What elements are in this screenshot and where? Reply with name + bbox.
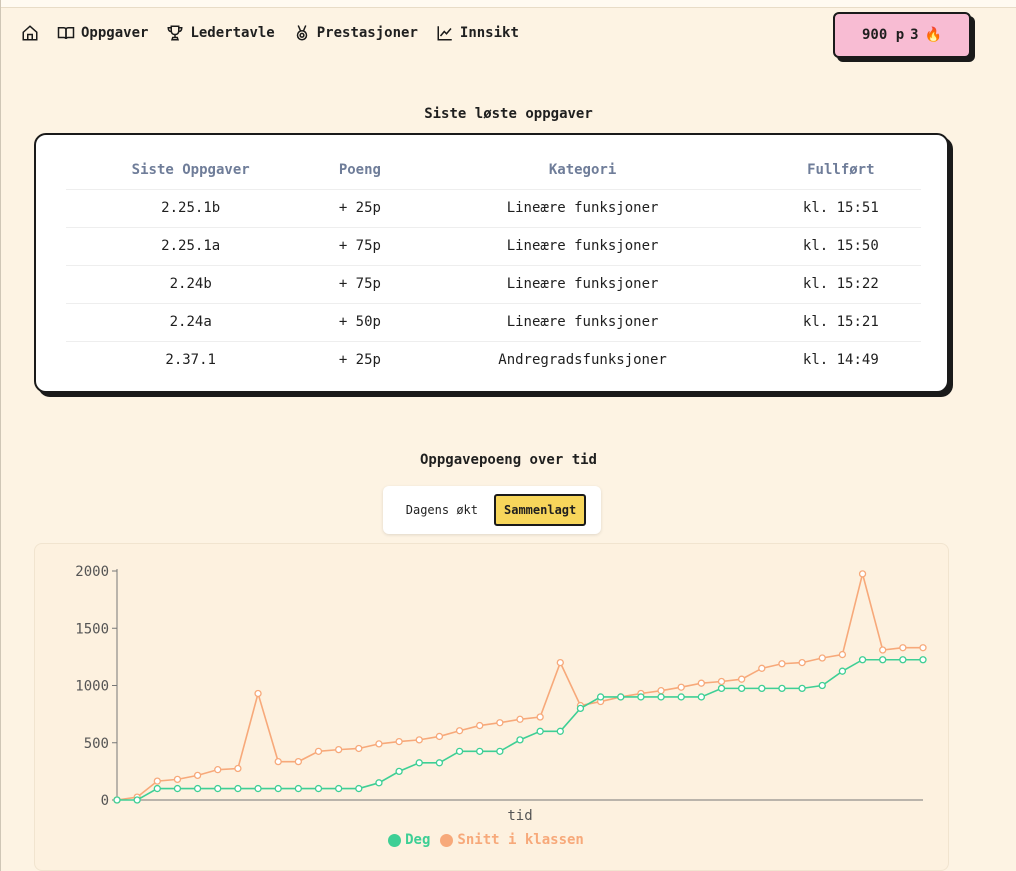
data-point-deg [858,656,867,664]
data-point-deg [697,693,705,701]
data-point-snitt [858,570,867,578]
data-point-deg [415,759,423,767]
data-point-deg [818,681,826,690]
data-point-deg [637,693,645,701]
data-point-deg [355,784,363,793]
y-tick-label: 0 [101,793,109,809]
y-tick-label: 1000 [75,679,109,695]
data-point-deg [596,693,605,701]
data-point-snitt [798,658,806,667]
data-point-snitt [899,644,907,652]
data-point-snitt [778,660,786,668]
data-point-deg [657,693,665,701]
data-point-snitt [496,719,504,727]
legend-dot-snitt [440,833,454,847]
data-point-snitt [476,721,484,730]
data-point-deg [314,784,323,793]
legend-item-deg[interactable]: Deg [388,832,430,848]
x-axis-label: tid [507,808,532,824]
points-line-chart: 0 500 1000 1500 2000 tid [75,564,927,824]
legend-item-snitt[interactable]: Snitt i klassen [440,832,584,848]
data-point-deg [899,656,907,664]
data-point-snitt [677,683,685,691]
data-point-snitt [355,744,363,753]
legend-label-snitt: Snitt i klassen [457,832,584,848]
y-tick-label: 2000 [75,564,109,580]
data-point-deg [758,684,766,693]
data-point-snitt [294,757,303,766]
data-point-snitt [395,737,403,746]
data-point-deg [677,693,685,701]
data-point-snitt [415,736,423,744]
data-point-deg [516,736,524,744]
data-point-snitt [334,745,343,754]
data-point-snitt [153,777,161,785]
data-point-deg [838,667,847,675]
data-point-snitt [173,775,182,784]
data-point-deg [274,784,282,793]
data-point-deg [234,784,242,793]
data-point-snitt [455,727,464,735]
data-point-snitt [234,764,242,773]
data-point-deg [334,784,343,793]
data-point-snitt [738,675,746,683]
series-line-deg [117,658,923,801]
data-point-deg [214,784,222,793]
data-point-deg [153,784,161,793]
data-point-deg [496,747,504,755]
chart-legend: Deg Snitt i klassen [1,832,971,848]
data-point-deg [254,784,262,793]
data-point-snitt [919,644,927,652]
data-point-deg [455,747,464,755]
data-point-deg [798,684,806,693]
data-point-snitt [516,715,524,723]
data-point-snitt [556,658,564,667]
data-point-deg [113,796,121,804]
data-point-deg [778,684,786,693]
data-point-snitt [697,679,705,687]
data-point-deg [294,784,303,793]
data-point-deg [435,759,444,767]
legend-dot-deg [388,833,402,847]
data-point-deg [173,784,182,793]
data-point-snitt [193,771,202,780]
data-point-snitt [758,664,766,672]
data-point-snitt [657,687,665,695]
data-point-deg [919,656,927,664]
data-point-deg [617,693,625,701]
y-tick-label: 500 [84,736,109,752]
data-point-deg [375,779,383,787]
data-point-deg [395,767,403,776]
data-point-snitt [375,740,383,748]
data-point-snitt [254,689,262,698]
data-point-snitt [214,766,222,774]
legend-label-deg: Deg [405,832,431,848]
data-point-deg [717,684,726,693]
data-point-snitt [536,713,544,721]
data-point-snitt [274,757,282,766]
data-point-snitt [838,650,847,659]
data-point-snitt [818,654,826,662]
data-point-deg [738,684,746,693]
data-point-deg [193,784,202,793]
data-point-deg [556,727,564,735]
data-point-deg [476,747,484,755]
data-point-deg [879,656,887,664]
data-point-deg [536,727,544,735]
data-point-deg [576,704,585,713]
data-point-snitt [717,677,726,686]
data-point-snitt [314,747,323,755]
data-point-snitt [879,646,887,654]
data-point-deg [133,796,141,804]
y-tick-label: 1500 [75,621,109,637]
data-point-snitt [435,732,444,741]
